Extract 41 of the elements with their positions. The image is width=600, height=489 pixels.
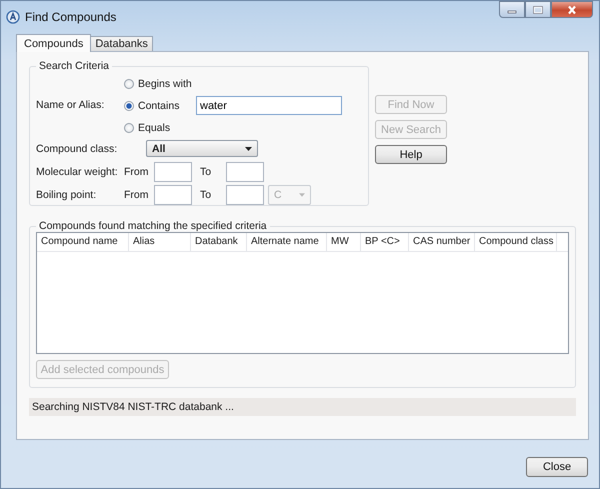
field-label: Compound class:	[36, 142, 118, 154]
radio-option[interactable]: Contains	[124, 100, 196, 112]
column-header[interactable]: Compound class	[475, 233, 557, 251]
field-label: Boiling point:	[36, 188, 98, 200]
compound-class-dropdown[interactable]: All	[146, 140, 258, 157]
to-input[interactable]	[226, 162, 264, 182]
close-dialog-button[interactable]: Close	[526, 457, 588, 477]
name-input[interactable]: water	[196, 96, 342, 115]
caret-icon	[245, 146, 252, 150]
field-label: Name or Alias:	[36, 98, 106, 110]
from-input[interactable]	[154, 162, 192, 182]
field-label: From	[124, 166, 150, 178]
caret-icon	[299, 192, 305, 196]
action-button[interactable]: Help	[375, 145, 447, 164]
column-header[interactable]: Alternate name	[247, 233, 327, 251]
radio-option[interactable]: Equals	[124, 122, 196, 134]
maximize-button[interactable]	[525, 1, 551, 18]
from-input[interactable]	[154, 184, 192, 204]
column-header[interactable]: Alias	[129, 233, 191, 251]
close-icon	[566, 4, 578, 14]
close-button[interactable]	[551, 1, 593, 18]
window-title: Find Compounds	[25, 10, 116, 24]
column-header[interactable]: CAS number	[409, 233, 475, 251]
field-label: To	[199, 188, 212, 200]
column-header[interactable]: BP <C>	[361, 233, 409, 251]
status-message: Searching NISTV84 NIST-TRC databank ...	[29, 398, 576, 416]
to-input[interactable]	[226, 184, 264, 204]
column-header[interactable]: Databank	[191, 233, 247, 251]
group-title: Search Criteria	[38, 60, 110, 72]
column-header[interactable]: MW	[327, 233, 361, 251]
tab[interactable]: Compounds	[16, 34, 92, 52]
group-title: Compounds found matching the specified criteria	[38, 220, 268, 232]
field-label: Molecular weight:	[36, 166, 119, 178]
column-header[interactable]: Compound name	[37, 233, 129, 251]
radio-option[interactable]: Begins with	[124, 78, 196, 90]
field-label: From	[124, 188, 150, 200]
tab[interactable]: Databanks	[90, 36, 153, 51]
maximize-icon	[533, 6, 543, 14]
field-label: To	[199, 166, 212, 178]
minimize-button[interactable]	[499, 1, 525, 18]
app-icon	[6, 10, 20, 24]
